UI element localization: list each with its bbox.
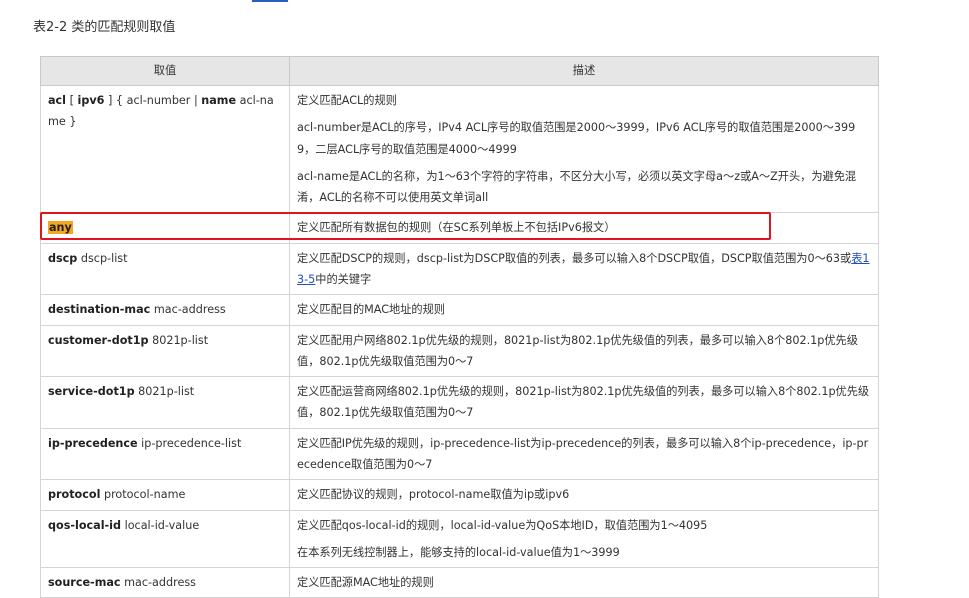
value-cell: acl [ ipv6 ] { acl-number | name acl-nam… [40, 84, 290, 214]
parameter: [ [66, 94, 78, 107]
description-text: 定义匹配协议的规则，protocol-name取值为ip或ipv6 [297, 488, 570, 502]
parameter: mac-address [120, 576, 196, 590]
keyword: service-dot1p [48, 385, 135, 399]
value-cell: qos-local-id local-id-value [40, 509, 290, 569]
description-cell: 定义匹配用户网络802.1p优先级的规则，8021p-list为802.1p优先… [289, 324, 879, 378]
parameter: protocol-name [100, 488, 186, 502]
table-row: qos-local-id local-id-value 定义匹配qos-local… [40, 509, 879, 569]
description-text: 定义匹配IP优先级的规则，ip-precedence-list为ip-prece… [297, 436, 869, 471]
description-text: 在本系列无线控制器上，能够支持的local-id-value值为1～3999 [297, 545, 620, 559]
keyword: dscp [48, 251, 78, 265]
description-text: 定义匹配ACL的规则 [297, 94, 397, 107]
keyword: qos-local-id [48, 518, 122, 532]
keyword: protocol [48, 488, 101, 502]
table-row: customer-dot1p 8021p-list 定义匹配用户网络802.1p优… [40, 324, 879, 378]
keyword: ip-precedence [48, 436, 138, 450]
table-row: protocol protocol-name 定义匹配协议的规则，protocol… [40, 479, 879, 511]
value-cell: ip-precedence ip-precedence-list [40, 427, 290, 481]
value-cell: protocol protocol-name [40, 479, 290, 511]
table-row: any 定义匹配所有数据包的规则（在SC系列单板上不包括IPv6报文） [40, 212, 879, 244]
table-row: ip-precedence ip-precedence-list 定义匹配IP优先… [40, 427, 879, 481]
value-cell: service-dot1p 8021p-list [40, 376, 290, 429]
description-text: 定义匹配用户网络802.1p优先级的规则，8021p-list为802.1p优先… [297, 333, 858, 368]
value-cell: dscp dscp-list [40, 242, 290, 296]
table-header-row: 取值 描述 [40, 56, 879, 86]
keyword: ipv6 [77, 94, 105, 107]
description-cell: 定义匹配qos-local-id的规则，local-id-value为QoS本地… [289, 509, 879, 569]
description-text: acl-number是ACL的序号，IPv4 ACL序号的取值范围是2000～3… [297, 121, 856, 156]
keyword: customer-dot1p [48, 333, 149, 347]
table-row: source-mac mac-address 定义匹配源MAC地址的规则 [40, 567, 879, 598]
description-text: 定义匹配所有数据包的规则（在SC系列单板上不包括IPv6报文） [297, 221, 616, 235]
description-text: 定义匹配目的MAC地址的规则 [297, 303, 445, 317]
value-cell: destination-mac mac-address [40, 294, 290, 326]
description-cell: 定义匹配ACL的规则 acl-number是ACL的序号，IPv4 ACL序号的取… [289, 84, 879, 214]
match-rules-table: 取值 描述 acl [ ipv6 ] { acl-number | name a… [40, 56, 879, 598]
parameter: 8021p-list [134, 385, 195, 399]
header-description: 描述 [289, 56, 879, 86]
description-text: 定义匹配DSCP的规则，dscp-list为DSCP取值的列表，最多可以输入8个… [297, 248, 871, 291]
table-row: service-dot1p 8021p-list 定义匹配运营商网络802.1p优… [40, 376, 879, 429]
description-text: 定义匹配源MAC地址的规则 [297, 576, 434, 590]
keyword: acl [48, 94, 67, 107]
header-value: 取值 [40, 56, 290, 86]
description-cell: 定义匹配IP优先级的规则，ip-precedence-list为ip-prece… [289, 427, 879, 481]
description-cell: 定义匹配协议的规则，protocol-name取值为ip或ipv6 [289, 479, 879, 511]
description-cell: 定义匹配目的MAC地址的规则 [289, 294, 879, 326]
description-cell: 定义匹配DSCP的规则，dscp-list为DSCP取值的列表，最多可以输入8个… [289, 242, 879, 296]
value-cell: source-mac mac-address [40, 567, 290, 598]
description-cell: 定义匹配所有数据包的规则（在SC系列单板上不包括IPv6报文） [289, 212, 879, 244]
table-row: destination-mac mac-address 定义匹配目的MAC地址的规… [40, 294, 879, 326]
parameter: 8021p-list [148, 333, 209, 347]
parameter: ] { acl-number | [104, 94, 202, 107]
parameter: mac-address [150, 303, 226, 317]
description-text: 定义匹配qos-local-id的规则，local-id-value为QoS本地… [297, 518, 708, 532]
value-cell: any [40, 212, 290, 244]
description-fragment: 定义匹配DSCP的规则，dscp-list为DSCP取值的列表，最多可以输入8个… [297, 251, 852, 265]
description-text: 定义匹配运营商网络802.1p优先级的规则，8021p-list为802.1p优… [297, 385, 870, 420]
parameter: ip-precedence-list [137, 436, 242, 450]
top-link-underline[interactable] [252, 0, 288, 2]
table-row: dscp dscp-list 定义匹配DSCP的规则，dscp-list为DSCP… [40, 242, 879, 296]
highlighted-keyword: any [48, 221, 73, 235]
keyword: destination-mac [48, 303, 151, 317]
parameter: dscp-list [77, 251, 128, 265]
table-caption: 表2-2 类的匹配规则取值 [33, 20, 176, 35]
value-cell: customer-dot1p 8021p-list [40, 324, 290, 378]
description-fragment: 中的关键字 [315, 272, 372, 286]
description-cell: 定义匹配运营商网络802.1p优先级的规则，8021p-list为802.1p优… [289, 376, 879, 429]
table-row: acl [ ipv6 ] { acl-number | name acl-nam… [40, 84, 879, 214]
keyword: name [201, 94, 237, 107]
keyword: source-mac [48, 576, 121, 590]
description-text: acl-name是ACL的名称，为1～63个字符的字符串，不区分大小写，必须以英… [297, 169, 857, 205]
description-cell: 定义匹配源MAC地址的规则 [289, 567, 879, 598]
table-body: acl [ ipv6 ] { acl-number | name acl-nam… [40, 84, 879, 598]
parameter: local-id-value [121, 518, 200, 532]
